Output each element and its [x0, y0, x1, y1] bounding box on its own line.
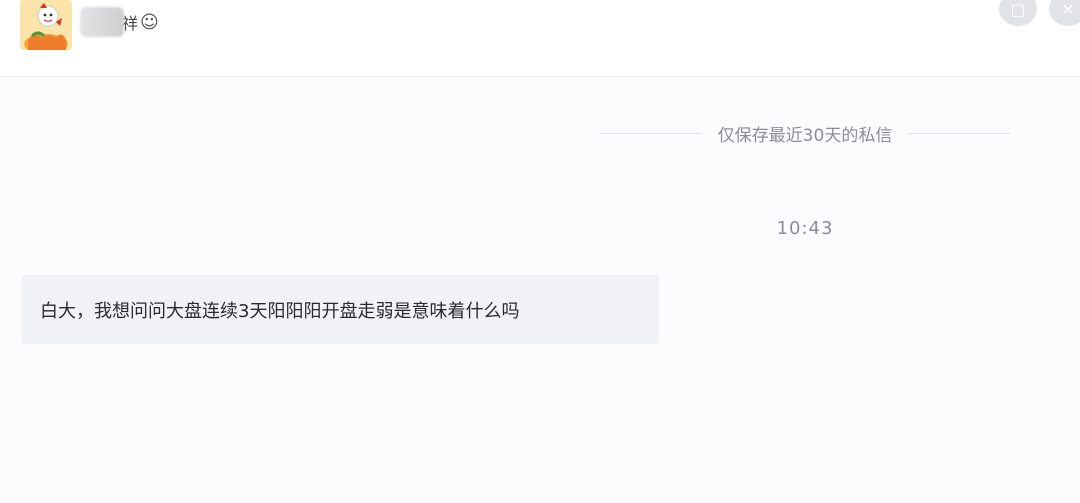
notice-text: 仅保存最近30天的私信 [717, 125, 893, 146]
message-bubble[interactable]: 白大，我想问问大盘连续3天阳阳阳开盘走弱是意味着什么吗 [22, 275, 659, 344]
smile-face-icon: ☺ [140, 11, 159, 33]
name-redaction [80, 7, 124, 37]
close-icon: ✕ [1061, 0, 1075, 19]
settings-icon: ▢ [1010, 0, 1026, 19]
cartoon-avatar-icon [20, 0, 72, 50]
contact-name[interactable]: 祥 ☺ [80, 6, 159, 38]
message-timestamp: 10:43 [776, 218, 834, 239]
close-button[interactable]: ✕ [1049, 0, 1080, 26]
notice-divider-right [908, 132, 1011, 134]
contact-avatar[interactable] [20, 0, 72, 50]
chat-header: 祥 ☺ ▢ ✕ [0, 0, 1080, 77]
notice-divider-left [600, 132, 702, 134]
retention-notice: 仅保存最近30天的私信 [600, 118, 1011, 148]
settings-button[interactable]: ▢ [999, 0, 1037, 26]
message-text: 白大，我想问问大盘连续3天阳阳阳开盘走弱是意味着什么吗 [40, 300, 520, 322]
private-message-window: 祥 ☺ ▢ ✕ 仅保存最近30天的私信 10:43 白大，我想问问大盘连续3天阳… [0, 0, 1080, 503]
contact-name-text: 祥 [122, 14, 140, 33]
